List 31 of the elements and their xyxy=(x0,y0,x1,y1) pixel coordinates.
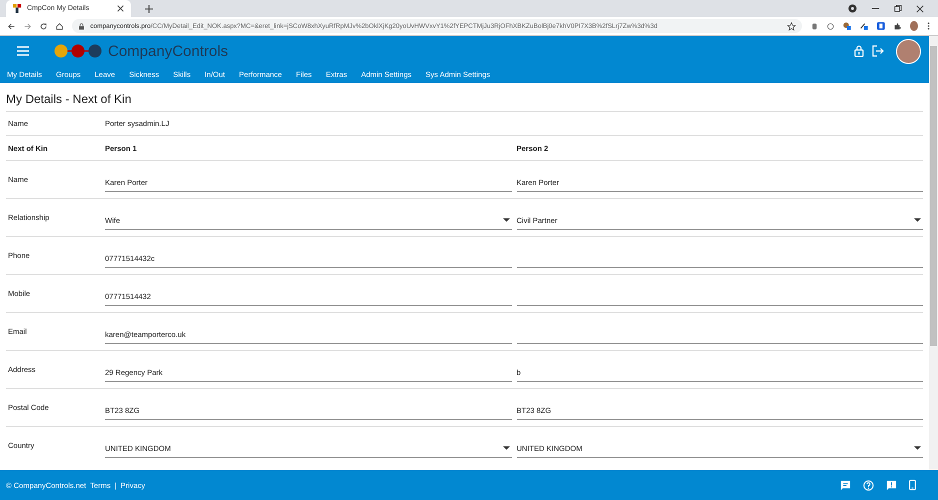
scrollbar[interactable] xyxy=(929,36,938,470)
caret-icon xyxy=(914,446,921,450)
logo-text: CompanyControls xyxy=(108,42,228,60)
caret-icon xyxy=(914,218,921,222)
caret-icon xyxy=(502,218,510,222)
page-title: My Details - Next of Kin xyxy=(6,91,132,108)
alert-message-icon[interactable] xyxy=(886,480,897,490)
lock-icon[interactable] xyxy=(854,45,864,57)
record-icon[interactable] xyxy=(848,4,857,13)
reload-icon[interactable] xyxy=(40,22,48,30)
logout-icon[interactable] xyxy=(872,45,884,57)
help-icon[interactable] xyxy=(863,480,874,490)
mobile-phone-icon[interactable] xyxy=(909,479,916,491)
close-icon[interactable] xyxy=(117,5,124,12)
more-icon[interactable] xyxy=(926,21,930,31)
menu-icon[interactable] xyxy=(17,46,29,56)
profile-avatar[interactable] xyxy=(910,21,918,31)
caret-icon xyxy=(502,446,510,450)
lock-icon xyxy=(78,22,86,30)
logo-icon xyxy=(54,44,102,58)
star-icon[interactable] xyxy=(787,22,796,30)
maximize-icon[interactable] xyxy=(894,4,902,12)
home-icon[interactable] xyxy=(56,22,64,30)
forward-icon[interactable] xyxy=(24,22,32,30)
new-tab-icon[interactable] xyxy=(145,4,153,12)
close-icon[interactable] xyxy=(916,4,924,12)
user-avatar[interactable] xyxy=(896,38,921,64)
feedback-icon[interactable] xyxy=(840,480,851,490)
puzzle-icon[interactable] xyxy=(894,22,901,30)
back-icon[interactable] xyxy=(8,22,16,30)
app-favicon-icon xyxy=(13,4,22,13)
